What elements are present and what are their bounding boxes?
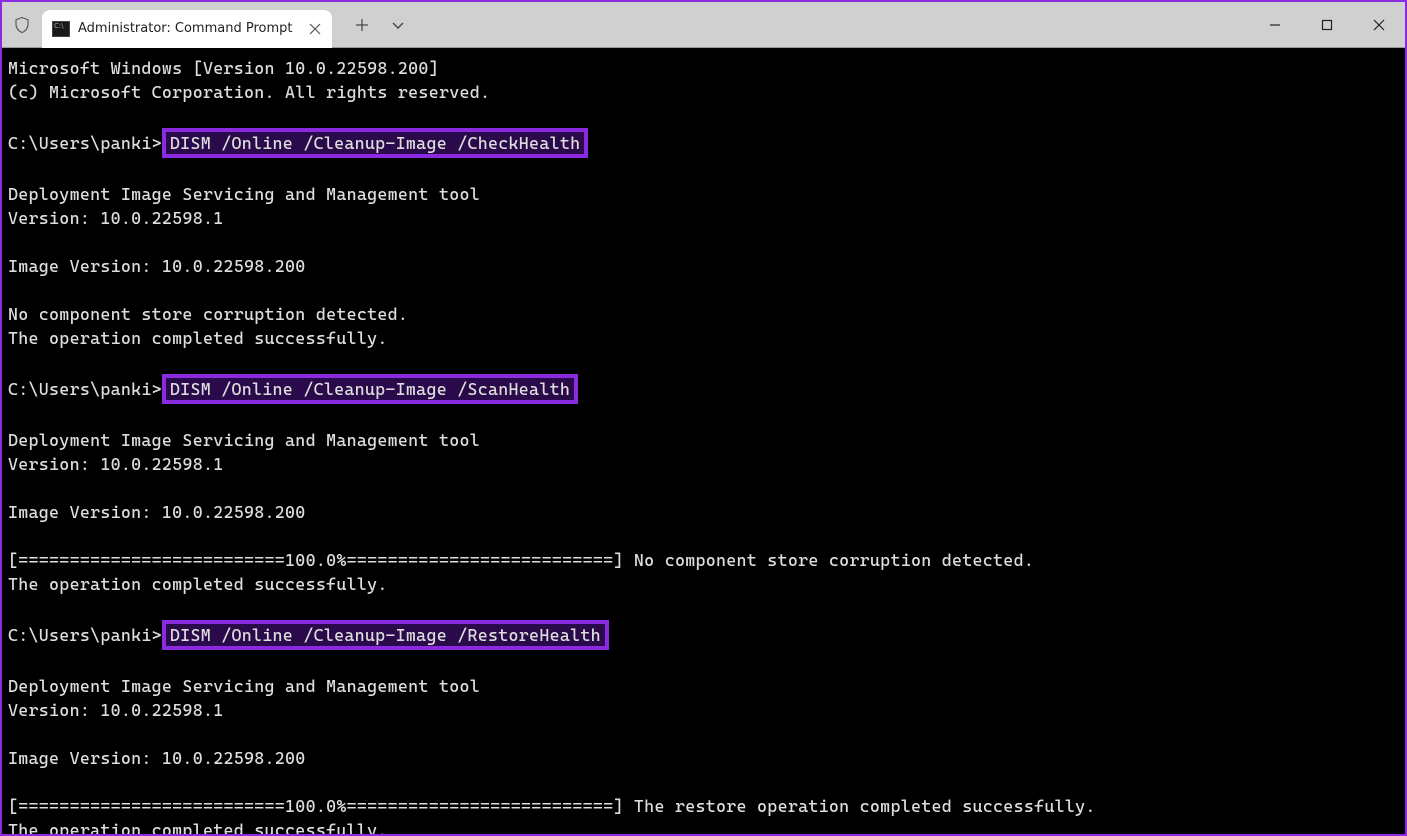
text-line: Image Version: 10.0.22598.200 [8,502,306,522]
shield-icon [2,2,42,48]
prompt-text: C:\Users\panki> [8,625,162,645]
new-tab-button[interactable] [344,2,380,48]
minimize-button[interactable] [1249,2,1301,48]
text-line: (c) Microsoft Corporation. All rights re… [8,82,490,102]
tab-dropdown-button[interactable] [380,2,416,48]
text-line: Version: 10.0.22598.1 [8,208,223,228]
text-line: No component store corruption detected. [8,304,408,324]
active-tab[interactable]: C:\ Administrator: Command Prompt [42,10,332,48]
maximize-button[interactable] [1301,2,1353,48]
text-line: Image Version: 10.0.22598.200 [8,748,306,768]
prompt-text: C:\Users\panki> [8,379,162,399]
text-line: Deployment Image Servicing and Managemen… [8,676,480,696]
cmd-icon: C:\ [52,21,70,37]
prompt-text: C:\Users\panki> [8,133,162,153]
text-line: The operation completed successfully. [8,574,388,594]
highlighted-command: DISM /Online /Cleanup-Image /CheckHealth [162,128,588,158]
text-line: Version: 10.0.22598.1 [8,454,223,474]
close-tab-button[interactable] [304,18,326,40]
tab-actions [332,2,416,47]
text-line: The operation completed successfully. [8,328,388,348]
text-line: [==========================100.0%=======… [8,550,1034,570]
titlebar-left: C:\ Administrator: Command Prompt [2,2,332,47]
terminal-output[interactable]: Microsoft Windows [Version 10.0.22598.20… [2,48,1405,834]
titlebar: C:\ Administrator: Command Prompt [2,2,1405,48]
tab-title: Administrator: Command Prompt [78,21,296,36]
close-window-button[interactable] [1353,2,1405,48]
highlighted-command: DISM /Online /Cleanup-Image /ScanHealth [162,374,578,404]
text-line: Deployment Image Servicing and Managemen… [8,430,480,450]
text-line: Deployment Image Servicing and Managemen… [8,184,480,204]
text-line: Microsoft Windows [Version 10.0.22598.20… [8,58,439,78]
app-window: C:\ Administrator: Command Prompt [0,0,1407,836]
text-line: Version: 10.0.22598.1 [8,700,223,720]
text-line: [==========================100.0%=======… [8,796,1096,816]
text-line: The operation completed successfully. [8,820,388,834]
text-line: Image Version: 10.0.22598.200 [8,256,306,276]
highlighted-command: DISM /Online /Cleanup-Image /RestoreHeal… [162,620,609,650]
